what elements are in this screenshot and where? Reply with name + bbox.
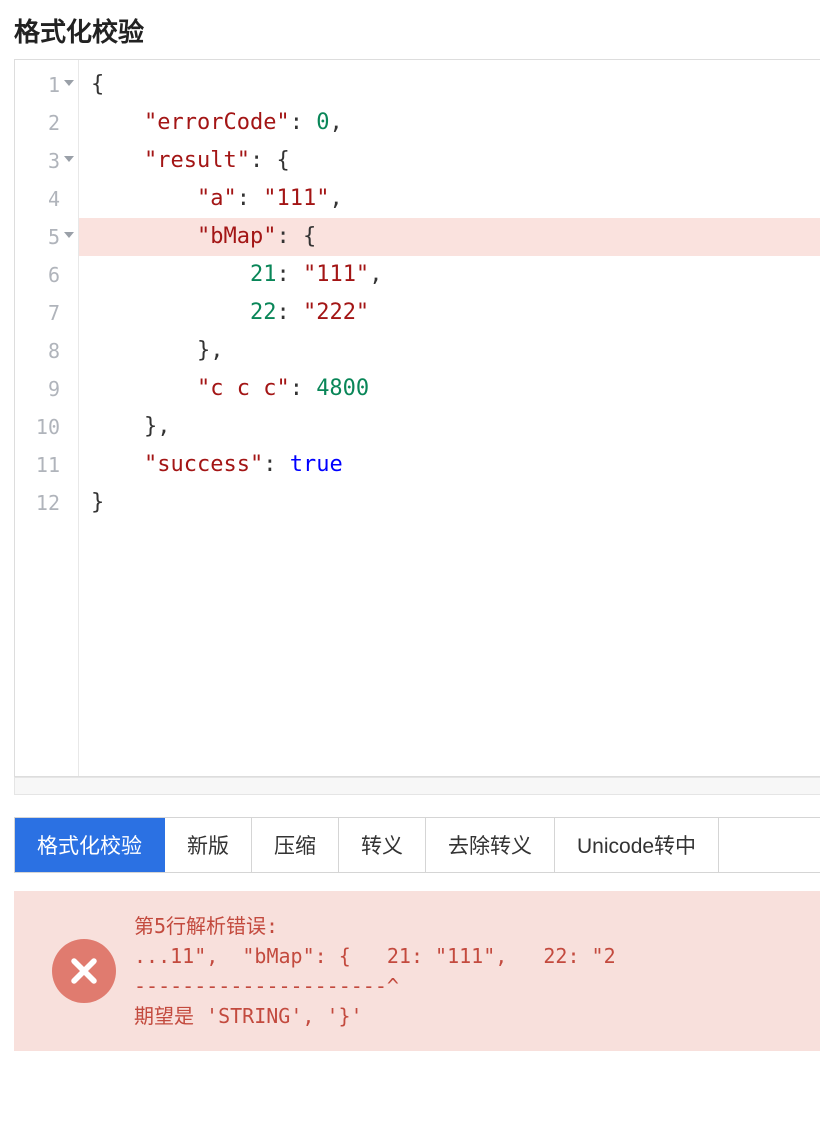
- code-line[interactable]: 22: "222": [79, 294, 820, 332]
- tab-1[interactable]: 新版: [165, 818, 252, 872]
- gutter-line-number: 12: [15, 484, 60, 522]
- gutter-line-number: 7: [15, 294, 60, 332]
- code-line[interactable]: 21: "111",: [79, 256, 820, 294]
- gutter-line-number: 4: [15, 180, 60, 218]
- code-editor[interactable]: 123456789101112 { "errorCode": 0, "resul…: [14, 59, 820, 777]
- code-line[interactable]: "success": true: [79, 446, 820, 484]
- action-tab-row: 格式化校验新版压缩转义去除转义Unicode转中: [14, 817, 820, 873]
- code-line[interactable]: "a": "111",: [79, 180, 820, 218]
- code-line[interactable]: {: [79, 66, 820, 104]
- code-line[interactable]: "c c c": 4800: [79, 370, 820, 408]
- fold-toggle-icon[interactable]: [64, 232, 74, 238]
- error-icon-wrap: [34, 939, 134, 1003]
- gutter-line-number: 5: [15, 218, 60, 256]
- fold-toggle-icon[interactable]: [64, 156, 74, 162]
- code-line[interactable]: },: [79, 408, 820, 446]
- close-icon: [67, 954, 101, 988]
- tab-4[interactable]: 去除转义: [426, 818, 555, 872]
- error-panel: 第5行解析错误: ...11", "bMap": { 21: "111", 22…: [14, 891, 820, 1051]
- editor-gutter: 123456789101112: [15, 60, 79, 776]
- gutter-line-number: 2: [15, 104, 60, 142]
- gutter-line-number: 11: [15, 446, 60, 484]
- tab-2[interactable]: 压缩: [252, 818, 339, 872]
- code-line[interactable]: }: [79, 484, 820, 522]
- error-message: 第5行解析错误: ...11", "bMap": { 21: "111", 22…: [134, 911, 616, 1031]
- editor-code-area[interactable]: { "errorCode": 0, "result": { "a": "111"…: [79, 60, 820, 776]
- tab-0[interactable]: 格式化校验: [15, 818, 165, 872]
- page-title: 格式化校验: [0, 0, 820, 59]
- gutter-line-number: 9: [15, 370, 60, 408]
- gutter-line-number: 6: [15, 256, 60, 294]
- code-line[interactable]: "bMap": {: [79, 218, 820, 256]
- gutter-line-number: 10: [15, 408, 60, 446]
- fold-toggle-icon[interactable]: [64, 80, 74, 86]
- gutter-line-number: 3: [15, 142, 60, 180]
- code-line[interactable]: "result": {: [79, 142, 820, 180]
- gutter-line-number: 8: [15, 332, 60, 370]
- error-icon: [52, 939, 116, 1003]
- tab-5[interactable]: Unicode转中: [555, 818, 719, 872]
- gutter-line-number: 1: [15, 66, 60, 104]
- code-line[interactable]: "errorCode": 0,: [79, 104, 820, 142]
- editor-footer-bar: [14, 777, 820, 795]
- code-line[interactable]: },: [79, 332, 820, 370]
- tab-3[interactable]: 转义: [339, 818, 426, 872]
